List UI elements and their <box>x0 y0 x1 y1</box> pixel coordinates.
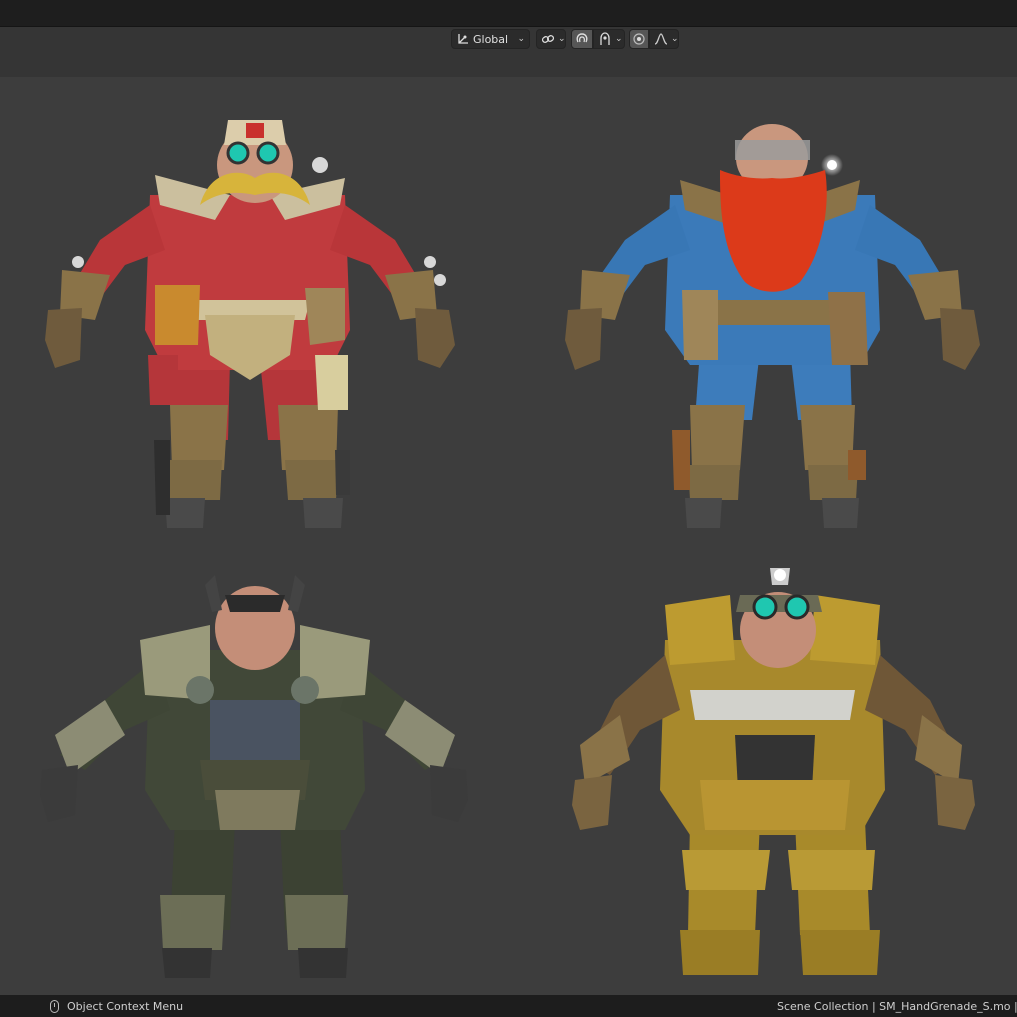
status-hint: Object Context Menu <box>50 999 184 1013</box>
snap-group: ⌄ <box>571 29 625 49</box>
character-model-red-medic[interactable] <box>45 120 455 528</box>
character-model-blue-redbeard[interactable] <box>565 124 980 528</box>
snap-target-dropdown[interactable]: ⌄ <box>593 29 625 49</box>
snap-base-dropdown[interactable]: ⌄ <box>536 29 566 49</box>
top-menu-bar <box>0 0 1017 27</box>
proportional-edit-icon <box>632 32 646 46</box>
falloff-curve-icon <box>654 32 668 46</box>
chevron-down-icon: ⌄ <box>671 34 679 44</box>
chevron-down-icon: ⌄ <box>558 34 566 44</box>
transform-orientation-label: Global <box>473 32 509 46</box>
3d-viewport[interactable] <box>0 77 1017 995</box>
chevron-down-icon: ⌄ <box>615 34 623 44</box>
snap-target-icon <box>598 32 612 46</box>
transform-orientation-group: Global ⌄ <box>451 29 530 49</box>
snap-link-icon <box>541 32 555 46</box>
transform-orientation-dropdown[interactable]: Global ⌄ <box>451 29 530 49</box>
status-bar: Object Context Menu Scene Collection | S… <box>0 995 1017 1017</box>
proportional-edit-group: ⌄ <box>629 29 679 49</box>
mouse-right-click-icon <box>50 999 59 1013</box>
falloff-dropdown[interactable]: ⌄ <box>649 29 679 49</box>
proportional-edit-toggle[interactable] <box>629 29 649 49</box>
snap-magnet-icon <box>575 32 589 46</box>
snap-base-group: ⌄ <box>536 29 566 49</box>
scene-statistics: Scene Collection | SM_HandGrenade_S.mo |… <box>777 999 1017 1013</box>
character-model-gold-armor[interactable] <box>572 568 975 975</box>
status-hint-label: Object Context Menu <box>67 999 184 1013</box>
transform-pivot-icon <box>456 32 470 46</box>
snap-toggle-button[interactable] <box>571 29 593 49</box>
character-model-green-camo[interactable] <box>40 575 468 978</box>
chevron-down-icon: ⌄ <box>517 34 525 44</box>
